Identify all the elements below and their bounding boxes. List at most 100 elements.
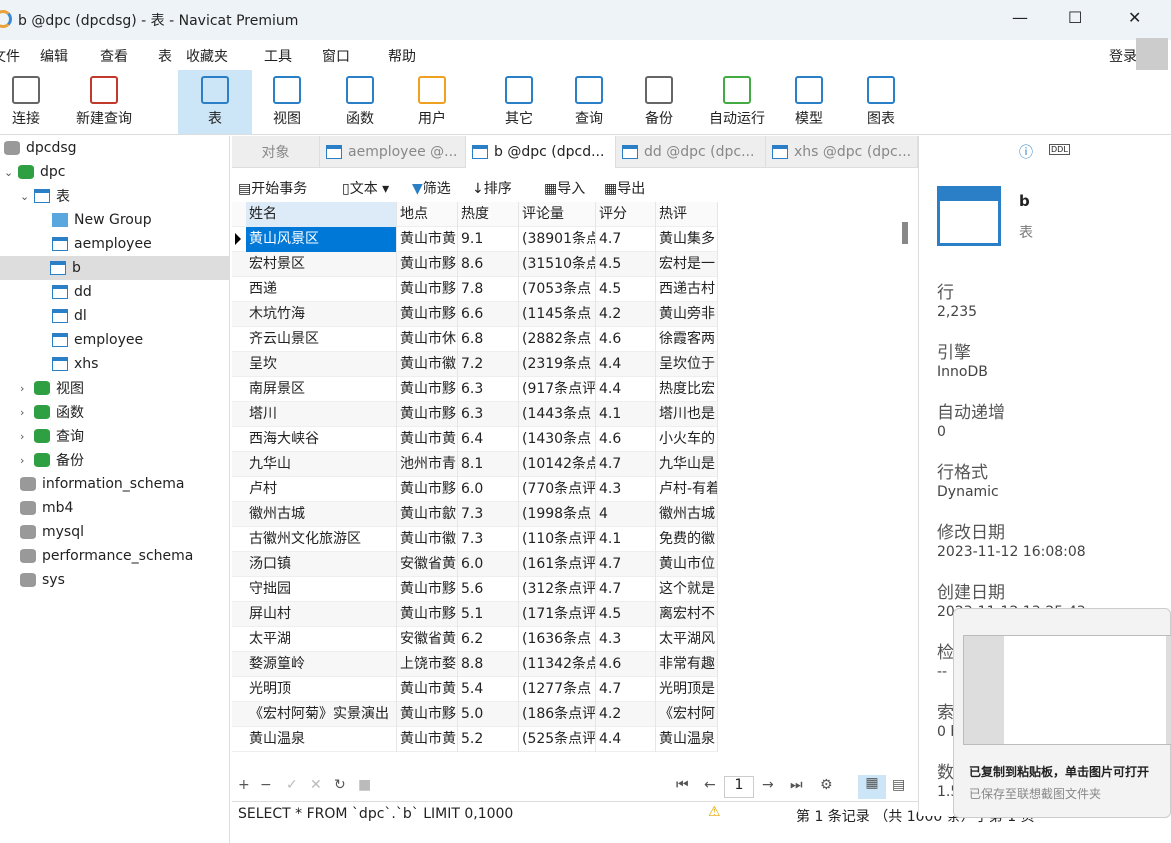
table-cell[interactable]: 黄山市黟 xyxy=(397,577,458,602)
table-cell[interactable]: (2319条点 xyxy=(519,352,596,377)
table-cell[interactable]: 塔川 xyxy=(246,402,397,427)
table-cell[interactable]: (10142条点 xyxy=(519,452,596,477)
table-cell[interactable]: 免费的徽 xyxy=(656,527,718,552)
menu-item[interactable]: 窗口 xyxy=(322,46,350,66)
table-cell[interactable]: 4.6 xyxy=(596,427,656,452)
close-button[interactable]: ✕ xyxy=(1128,8,1141,27)
tree-item[interactable]: xhs xyxy=(52,352,98,376)
table-row[interactable]: 黄山风景区 黄山市黄 9.1 (38901条点 4.7 黄山集多 xyxy=(232,227,718,252)
table-cell[interactable]: 宏村是一 xyxy=(656,252,718,277)
table-row[interactable]: 卢村 黄山市黟 6.0 (770条点评 4.3 卢村-有着 xyxy=(232,477,718,502)
table-cell[interactable]: 小火车的 xyxy=(656,427,718,452)
table-row[interactable]: 婺源篁岭 上饶市婺 8.8 (11342条点 4.6 非常有趣 xyxy=(232,652,718,677)
tree-item[interactable]: aemployee xyxy=(52,232,152,256)
table-cell[interactable]: (1998条点 xyxy=(519,502,596,527)
table-cell[interactable]: 黄山市黄 xyxy=(397,227,458,252)
table-cell[interactable]: (525条点评 xyxy=(519,727,596,752)
tree-item[interactable]: information_schema xyxy=(20,472,185,496)
add-record-icon[interactable]: + xyxy=(238,777,250,793)
tree-item[interactable]: mysql xyxy=(20,520,84,544)
login-link[interactable]: 登录 xyxy=(1109,46,1137,66)
menu-item[interactable]: 查看 xyxy=(100,46,128,66)
table-cell[interactable]: 黄山市黟 xyxy=(397,702,458,727)
table-cell[interactable]: 齐云山景区 xyxy=(246,327,397,352)
table-cell[interactable]: 6.2 xyxy=(458,627,519,652)
table-cell[interactable]: (312条点评 xyxy=(519,577,596,602)
table-cell[interactable]: 《宏村阿菊》实景演出 xyxy=(246,702,397,727)
text-button[interactable]: ▯文本 ▾ xyxy=(342,178,389,198)
tree-item[interactable]: ⌄ 表 xyxy=(20,184,70,208)
table-cell[interactable]: (31510条点 xyxy=(519,252,596,277)
tree-item[interactable]: mb4 xyxy=(20,496,73,520)
first-page-icon[interactable]: ⏮ xyxy=(676,777,689,793)
table-cell[interactable]: 6.8 xyxy=(458,327,519,352)
table-cell[interactable]: 4.4 xyxy=(596,377,656,402)
table-cell[interactable]: (917条点评 xyxy=(519,377,596,402)
tree-item[interactable]: sys xyxy=(20,568,65,592)
toolbar-button-4[interactable]: 函数 xyxy=(324,70,396,134)
table-cell[interactable]: (161条点评 xyxy=(519,552,596,577)
table-cell[interactable]: 9.1 xyxy=(458,227,519,252)
vertical-scrollbar[interactable] xyxy=(902,222,908,244)
tree-item[interactable]: › 视图 xyxy=(20,376,84,400)
table-cell[interactable]: 黄山集多 xyxy=(656,227,718,252)
table-cell[interactable]: 徐霞客两 xyxy=(656,327,718,352)
table-cell[interactable]: 太平湖 xyxy=(246,627,397,652)
tree-item[interactable]: ⌄ dpc xyxy=(4,160,65,184)
table-cell[interactable]: 4.6 xyxy=(596,652,656,677)
table-cell[interactable]: 卢村-有着 xyxy=(656,477,718,502)
expand-chevron-icon[interactable]: › xyxy=(20,454,34,467)
tree-item[interactable]: employee xyxy=(52,328,143,352)
table-cell[interactable]: 《宏村阿 xyxy=(656,702,718,727)
table-cell[interactable]: 4.7 xyxy=(596,677,656,702)
column-header[interactable]: 评分 xyxy=(596,202,656,227)
table-row[interactable]: 太平湖 安徽省黄 6.2 (1636条点 4.3 太平湖风 xyxy=(232,627,718,652)
table-row[interactable]: 守拙园 黄山市黟 5.6 (312条点评 4.7 这个就是 xyxy=(232,577,718,602)
tree-item[interactable]: › 查询 xyxy=(20,424,84,448)
next-page-icon[interactable]: → xyxy=(762,777,774,793)
table-cell[interactable]: 西海大峡谷 xyxy=(246,427,397,452)
table-cell[interactable]: 宏村景区 xyxy=(246,252,397,277)
table-cell[interactable]: 8.6 xyxy=(458,252,519,277)
table-cell[interactable]: (38901条点 xyxy=(519,227,596,252)
stop-icon[interactable]: ■ xyxy=(358,777,371,793)
table-cell[interactable]: 守拙园 xyxy=(246,577,397,602)
maximize-button[interactable]: ☐ xyxy=(1068,8,1082,27)
table-cell[interactable]: 离宏村不 xyxy=(656,602,718,627)
table-cell[interactable]: 5.6 xyxy=(458,577,519,602)
toolbar-button-2[interactable]: 表 xyxy=(178,70,252,134)
ddl-icon[interactable]: DDL xyxy=(1049,144,1070,155)
expand-chevron-icon[interactable]: › xyxy=(20,382,34,395)
tree-item[interactable]: › 函数 xyxy=(20,400,84,424)
table-cell[interactable]: 7.3 xyxy=(458,527,519,552)
tree-item[interactable]: b xyxy=(0,256,229,280)
table-cell[interactable]: 4.7 xyxy=(596,577,656,602)
table-cell[interactable]: 呈坎 xyxy=(246,352,397,377)
table-cell[interactable]: 黄山温泉 xyxy=(246,727,397,752)
table-cell[interactable]: 5.4 xyxy=(458,677,519,702)
table-cell[interactable]: 4.5 xyxy=(596,602,656,627)
table-cell[interactable]: 4 xyxy=(596,502,656,527)
apply-icon[interactable]: ✓ xyxy=(286,777,298,793)
table-cell[interactable]: (1636条点 xyxy=(519,627,596,652)
table-cell[interactable]: (770条点评 xyxy=(519,477,596,502)
toolbar-button-11[interactable]: 图表 xyxy=(848,70,914,134)
tree-item[interactable]: dl xyxy=(52,304,87,328)
table-cell[interactable]: 7.3 xyxy=(458,502,519,527)
table-cell[interactable]: 木坑竹海 xyxy=(246,302,397,327)
tab-1[interactable]: aemployee @... xyxy=(320,136,466,168)
toolbar-button-3[interactable]: 视图 xyxy=(252,70,322,134)
expand-chevron-icon[interactable]: ⌄ xyxy=(20,190,34,203)
table-cell[interactable]: 黄山市黟 xyxy=(397,277,458,302)
table-cell[interactable]: 上饶市婺 xyxy=(397,652,458,677)
menu-item[interactable]: 表 xyxy=(158,46,172,66)
table-cell[interactable]: 6.3 xyxy=(458,402,519,427)
table-cell[interactable]: 黄山市徽 xyxy=(397,352,458,377)
column-header[interactable]: 热评 xyxy=(656,202,718,227)
avatar[interactable] xyxy=(1136,38,1168,70)
table-row[interactable]: 宏村景区 黄山市黟 8.6 (31510条点 4.5 宏村是一 xyxy=(232,252,718,277)
table-cell[interactable]: (7053条点 xyxy=(519,277,596,302)
sort-button[interactable]: ↓排序 xyxy=(472,178,512,198)
table-row[interactable]: 古徽州文化旅游区 黄山市徽 7.3 (110条点评 4.1 免费的徽 xyxy=(232,527,718,552)
menu-item[interactable]: 编辑 xyxy=(40,46,68,66)
